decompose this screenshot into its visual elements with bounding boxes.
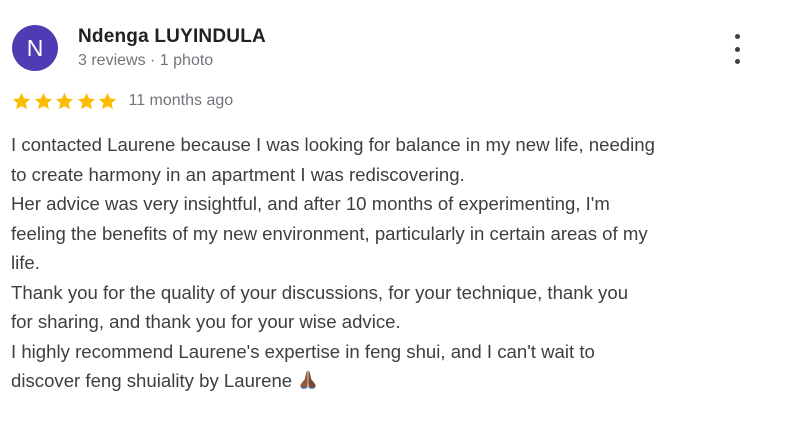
- avatar-initial: N: [26, 34, 44, 61]
- review-text-line: discover feng shuiality by Laurene: [11, 366, 781, 396]
- review-text-line: I highly recommend Laurene's expertise i…: [11, 340, 595, 362]
- review-text-line: feeling the benefits of my new environme…: [11, 222, 648, 244]
- avatar[interactable]: N: [12, 25, 58, 71]
- more-vert-icon: [734, 34, 740, 39]
- review-text-line: Her advice was very insightful, and afte…: [11, 193, 610, 214]
- author-name[interactable]: Ndenga LUYINDULA: [78, 26, 266, 48]
- author-meta[interactable]: 3 reviews · 1 photo: [78, 52, 213, 70]
- folded-hands-icon: [299, 370, 317, 389]
- star-icon: [34, 92, 52, 109]
- review-time: 11 months ago: [128, 92, 234, 109]
- more-options-button[interactable]: [726, 34, 748, 64]
- more-vert-icon-dot: [734, 59, 740, 64]
- review-text-line: I contacted Laurene because I was lookin…: [11, 134, 655, 155]
- star-icon: [12, 92, 31, 109]
- rating-row: 11 months ago: [11, 89, 233, 113]
- review-text-line: to create harmony in an apartment I was …: [11, 163, 465, 185]
- review-card: N Ndenga LUYINDULA 3 reviews · 1 photo 1…: [0, 0, 796, 438]
- star-icon: [77, 92, 95, 109]
- review-text-line: for sharing, and thank you for your wise…: [11, 311, 401, 332]
- review-text: I contacted Laurene because I was lookin…: [11, 130, 781, 396]
- review-text-line: life.: [11, 252, 40, 273]
- star-icon: [98, 92, 117, 109]
- star-icon: [55, 92, 74, 109]
- star-rating: [11, 91, 119, 112]
- more-vert-icon-dot: [734, 46, 740, 52]
- review-text-line: Thank you for the quality of your discus…: [11, 281, 629, 303]
